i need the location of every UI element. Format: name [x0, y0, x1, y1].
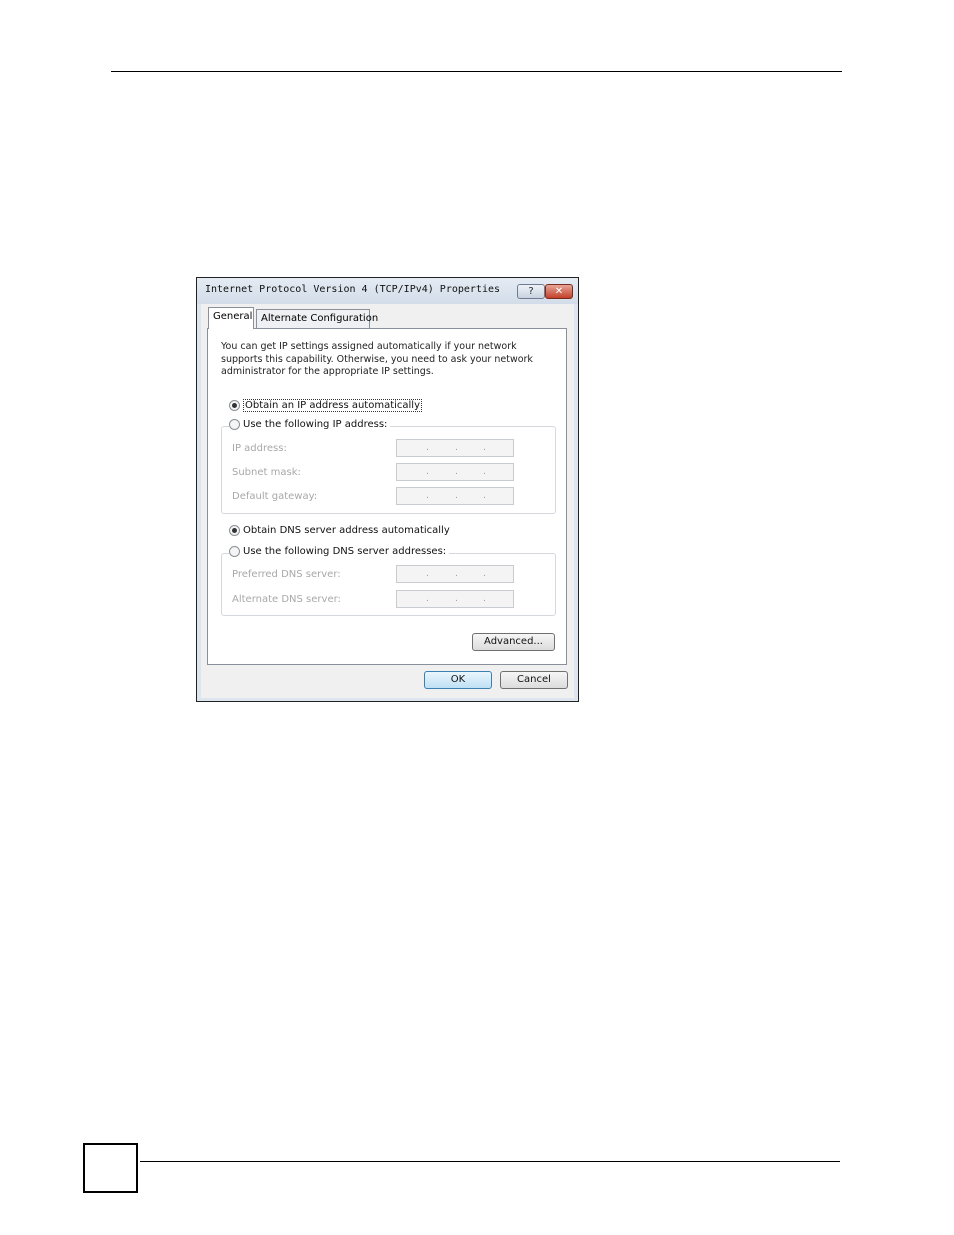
radio-use-following-dns[interactable]: Use the following DNS server addresses:	[229, 546, 450, 557]
radio-use-following-ip[interactable]: Use the following IP address:	[229, 419, 391, 430]
page-number-box	[83, 1143, 138, 1193]
default-gateway-input[interactable]: . . .	[396, 487, 514, 505]
title-bar[interactable]: Internet Protocol Version 4 (TCP/IPv4) P…	[197, 278, 578, 304]
tab-general[interactable]: General	[208, 307, 254, 329]
footer-rule	[140, 1161, 840, 1162]
ip-address-input[interactable]: . . .	[396, 439, 514, 457]
preferred-dns-input[interactable]: . . .	[396, 565, 514, 583]
cancel-button[interactable]: Cancel	[500, 671, 568, 689]
radio-obtain-dns-auto[interactable]: Obtain DNS server address automatically	[229, 525, 453, 536]
radio-obtain-dns-auto-label: Obtain DNS server address automatically	[243, 525, 450, 536]
radio-selected-icon[interactable]	[229, 525, 240, 536]
preferred-dns-label: Preferred DNS server:	[232, 569, 341, 580]
header-rule	[111, 71, 842, 72]
radio-use-following-dns-label: Use the following DNS server addresses:	[243, 546, 447, 557]
ok-button[interactable]: OK	[424, 671, 492, 689]
general-tab-panel: You can get IP settings assigned automat…	[207, 328, 567, 665]
radio-unselected-icon[interactable]	[229, 419, 240, 430]
tab-alternate-configuration[interactable]: Alternate Configuration	[256, 309, 378, 329]
close-icon[interactable]: ✕	[545, 284, 573, 299]
radio-obtain-ip-auto[interactable]: Obtain an IP address automatically	[229, 399, 426, 412]
alternate-dns-input[interactable]: . . .	[396, 590, 514, 608]
default-gateway-label: Default gateway:	[232, 491, 318, 502]
radio-selected-icon[interactable]	[229, 400, 240, 411]
radio-use-following-ip-label: Use the following IP address:	[243, 419, 388, 430]
subnet-mask-input[interactable]: . . .	[396, 463, 514, 481]
intro-text: You can get IP settings assigned automat…	[221, 341, 533, 377]
radio-obtain-ip-auto-label: Obtain an IP address automatically	[243, 399, 423, 412]
alternate-dns-label: Alternate DNS server:	[232, 594, 341, 605]
advanced-button[interactable]: Advanced...	[472, 633, 555, 651]
dialog-client-area: General Alternate Configuration You can …	[201, 304, 574, 698]
subnet-mask-label: Subnet mask:	[232, 467, 301, 478]
dialog-title: Internet Protocol Version 4 (TCP/IPv4) P…	[205, 284, 501, 295]
radio-unselected-icon[interactable]	[229, 546, 240, 557]
ipv4-properties-dialog: Internet Protocol Version 4 (TCP/IPv4) P…	[196, 277, 579, 702]
help-icon[interactable]: ?	[517, 284, 545, 299]
ip-address-label: IP address:	[232, 443, 287, 454]
